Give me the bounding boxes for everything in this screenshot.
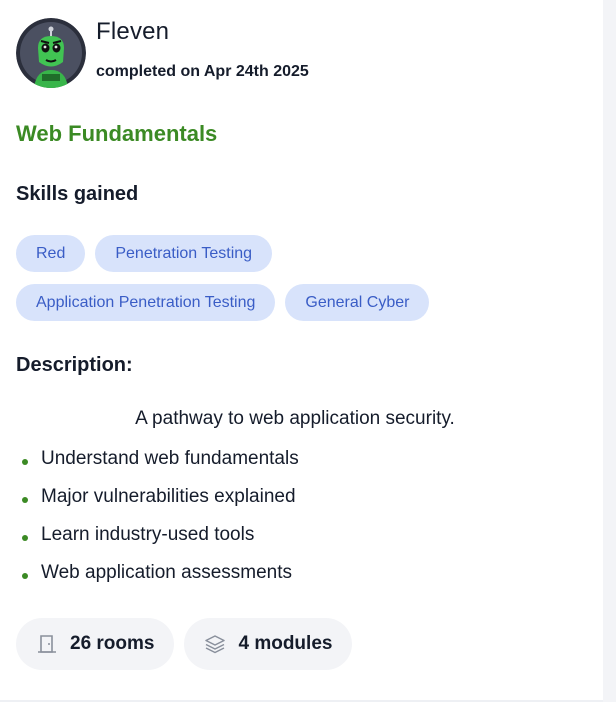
modules-stat: 4 modules <box>184 618 353 670</box>
bullet-icon <box>22 535 28 541</box>
avatar[interactable] <box>16 18 86 88</box>
rooms-count: 26 rooms <box>70 633 155 654</box>
username[interactable]: Fleven <box>96 18 169 46</box>
list-item: Web application assessments <box>16 562 299 600</box>
list-item: Learn industry-used tools <box>16 524 299 562</box>
bullet-icon <box>22 573 28 579</box>
page-background-edge <box>603 0 616 702</box>
description-intro: A pathway to web application security. <box>135 408 455 429</box>
layers-icon <box>204 633 226 655</box>
modules-count: 4 modules <box>238 633 333 654</box>
list-item: Major vulnerabilities explained <box>16 486 299 524</box>
completion-date: completed on Apr 24th 2025 <box>96 63 309 80</box>
description-heading: Description: <box>16 354 133 376</box>
skill-tag: Red <box>16 235 86 272</box>
path-stats: 26 rooms 4 modules <box>16 618 353 670</box>
list-item-text: Web application assessments <box>41 562 292 583</box>
skill-tags: Red Penetration Testing Application Pene… <box>16 235 496 321</box>
description-list: Understand web fundamentals Major vulner… <box>16 448 299 600</box>
skill-tag: Application Penetration Testing <box>16 284 276 321</box>
skills-heading: Skills gained <box>16 183 139 205</box>
path-title[interactable]: Web Fundamentals <box>16 121 217 147</box>
list-item-text: Understand web fundamentals <box>41 448 299 469</box>
skill-tag: General Cyber <box>285 284 430 321</box>
list-item-text: Learn industry-used tools <box>41 524 255 545</box>
door-icon <box>36 633 58 655</box>
list-item: Understand web fundamentals <box>16 448 299 486</box>
robot-avatar-icon <box>16 18 86 88</box>
certificate-card: Fleven completed on Apr 24th 2025 Web Fu… <box>0 0 603 702</box>
rooms-stat: 26 rooms <box>16 618 175 670</box>
list-item-text: Major vulnerabilities explained <box>41 486 296 507</box>
bullet-icon <box>22 459 28 465</box>
bullet-icon <box>22 497 28 503</box>
skill-tag: Penetration Testing <box>95 235 273 272</box>
